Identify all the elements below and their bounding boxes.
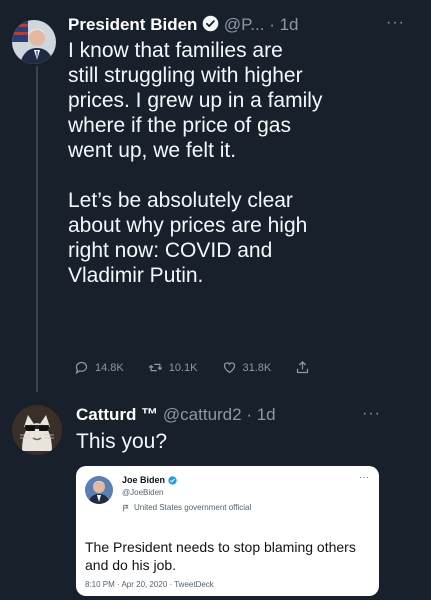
share-icon: [297, 361, 309, 374]
more-options-icon[interactable]: ···: [362, 405, 381, 423]
embedded-tweet-card[interactable]: Joe Biden @JoeBiden United States govern…: [76, 466, 379, 596]
tweet-actions: 14.8K 10.1K 31.8K: [74, 360, 334, 375]
government-official-label: United States government official: [122, 503, 251, 512]
author-handle-time[interactable]: @catturd2 · 1d: [163, 405, 276, 424]
tweet-header: Catturd ™ @catturd2 · 1d: [76, 404, 276, 426]
heart-icon: [223, 362, 235, 374]
quoted-avatar: [85, 476, 113, 504]
catturd-avatar-image: [12, 405, 62, 455]
reply-button[interactable]: 14.8K: [74, 360, 124, 375]
more-options-icon: ···: [359, 472, 369, 483]
quoted-name-text: Joe Biden: [122, 475, 166, 485]
share-button[interactable]: [295, 360, 310, 375]
retweet-count: 10.1K: [168, 361, 198, 374]
like-button[interactable]: 31.8K: [222, 360, 272, 375]
reply-icon: [75, 361, 88, 375]
quoted-author-name: Joe Biden: [122, 475, 177, 485]
thread-connector-line: [36, 66, 38, 392]
like-count: 31.8K: [242, 361, 272, 374]
tweet-text: I know that families are still strugglin…: [68, 39, 323, 287]
government-official-text: United States government official: [134, 503, 252, 512]
quoted-author-handle: @JoeBiden: [122, 488, 164, 497]
author-handle-time[interactable]: @P... · 1d: [224, 15, 299, 34]
author-name[interactable]: Catturd ™: [76, 405, 158, 424]
joe-biden-avatar-image: [85, 476, 113, 504]
verified-badge-icon: [167, 476, 177, 485]
tweet-header: President Biden @P... · 1d: [68, 14, 298, 38]
quoted-tweet-timestamp: 8:10 PM · Apr 20, 2020 · TweetDeck: [85, 580, 214, 589]
retweet-icon: [148, 363, 162, 372]
tweet-president-biden[interactable]: President Biden @P... · 1d ··· I know th…: [0, 0, 431, 395]
author-name[interactable]: President Biden: [68, 15, 197, 34]
biden-avatar-image: [12, 20, 56, 64]
reply-count: 14.8K: [95, 361, 124, 374]
quoted-tweet-text: The President needs to stop blaming othe…: [85, 539, 356, 573]
more-options-icon[interactable]: ···: [386, 14, 405, 32]
avatar[interactable]: [12, 405, 62, 455]
verified-badge-icon: [202, 15, 219, 38]
flag-icon: [123, 504, 129, 511]
tweet-text: This you?: [76, 430, 168, 453]
avatar[interactable]: [12, 20, 56, 64]
retweet-button[interactable]: 10.1K: [148, 360, 198, 375]
